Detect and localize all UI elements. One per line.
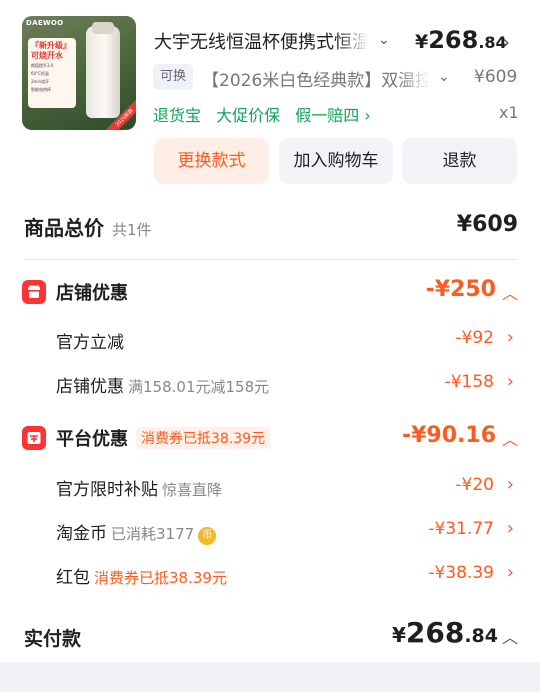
discount-amount: -¥31.77 — [428, 519, 494, 539]
discount-name: 官方立减 — [56, 333, 124, 353]
discount-line[interactable]: 官方限时补贴 惊喜直降 -¥20 › — [56, 474, 518, 500]
add-to-cart-button[interactable]: 加入购物车 — [279, 138, 393, 184]
platform-icon — [22, 426, 46, 450]
chevron-right-icon[interactable]: › — [502, 30, 510, 54]
store-discount-header[interactable]: 店铺优惠 -¥250 ︿ — [22, 277, 518, 308]
store-discount-value: -¥250 — [425, 277, 496, 302]
discount-line[interactable]: 店铺优惠 满158.01元减158元 -¥158 › — [56, 371, 518, 397]
platform-discount-label: 平台优惠 — [56, 429, 128, 450]
service-tag: 大促价保 — [216, 106, 281, 125]
item-count: 共1件 — [112, 221, 152, 239]
currency-symbol: ¥ — [415, 31, 429, 53]
chevron-down-icon[interactable]: ⌄ — [438, 69, 450, 85]
chevron-right-icon: › — [506, 327, 514, 348]
product-price: ¥268.84 — [415, 26, 507, 54]
store-icon — [22, 280, 46, 304]
discount-name: 红包 — [56, 568, 90, 588]
quantity: x1 — [499, 103, 519, 122]
bottom-separator — [0, 662, 540, 692]
platform-discount-value: -¥90.16 — [401, 423, 496, 448]
goods-total-value: ¥609 — [456, 212, 518, 237]
currency-symbol: ¥ — [391, 623, 406, 647]
promo-line-1: 『新升级』 — [31, 41, 71, 50]
price-integer: 268 — [428, 26, 479, 54]
chevron-up-icon[interactable]: ︿ — [502, 280, 518, 304]
promo-line-2: 可烧开水 — [31, 51, 63, 60]
service-tags[interactable]: 退货宝 大促价保 假一赔四 › — [153, 102, 381, 126]
product-thumbnail[interactable]: DAEWOO 『新升级』 可烧开水 颜值提升3.0 60°C恒温 2min烧开 … — [22, 16, 136, 130]
discount-condition: 满158.01元减158元 — [128, 378, 270, 396]
discount-condition: 消费券已抵38.39元 — [94, 569, 227, 587]
cup-image — [86, 22, 120, 118]
chevron-right-icon: › — [506, 518, 514, 539]
discount-line[interactable]: 官方立减 -¥92 › — [56, 327, 518, 353]
price-integer: 268 — [405, 616, 465, 649]
discount-name: 淘金币 — [56, 524, 107, 544]
discount-amount: -¥38.39 — [428, 563, 494, 583]
price-decimal: .84 — [464, 625, 498, 647]
service-tag: 假一赔四 › — [295, 106, 371, 125]
coupon-badge: 消费券已抵38.39元 — [136, 427, 271, 449]
chevron-right-icon: › — [506, 371, 514, 392]
order-item: DAEWOO 『新升级』 可烧开水 颜值提升3.0 60°C恒温 2min烧开 … — [22, 16, 522, 196]
promo-feature: 颜值提升3.0 — [31, 63, 54, 68]
chevron-up-icon[interactable]: ︿ — [502, 426, 518, 450]
divider — [24, 259, 518, 260]
discount-amount: -¥158 — [444, 372, 494, 392]
discount-amount: -¥20 — [455, 475, 494, 495]
discount-amount: -¥92 — [455, 328, 494, 348]
actual-payment-label: 实付款 — [24, 628, 82, 650]
brand-logo: DAEWOO — [26, 19, 64, 27]
original-price: ¥609 — [474, 67, 518, 87]
platform-discount-title: 平台优惠 消费券已抵38.39元 — [56, 425, 271, 451]
actual-payment-row[interactable]: 实付款 ¥268.84 ︿ — [24, 616, 518, 656]
actual-payment-value: ¥268.84 — [392, 616, 498, 649]
discount-line[interactable]: 红包 消费券已抵38.39元 -¥38.39 › — [56, 562, 518, 588]
store-discount-title: 店铺优惠 — [56, 283, 128, 304]
variant-selector[interactable]: 【2026米白色经典款】双温控 — [202, 66, 430, 91]
discount-name: 店铺优惠 — [56, 377, 124, 397]
promo-card: 『新升级』 可烧开水 颜值提升3.0 60°C恒温 2min烧开 智能电热杯 — [28, 38, 76, 108]
chevron-down-icon[interactable]: ⌄ — [378, 32, 390, 48]
promo-feature: 智能电热杯 — [31, 87, 51, 92]
change-style-button[interactable]: 更换款式 — [154, 138, 269, 184]
discount-condition: 惊喜直降 — [162, 481, 223, 499]
exchangeable-chip: 可换 — [153, 64, 194, 90]
product-title[interactable]: 大宇无线恒温杯便携式恒温烧水杯 — [154, 28, 368, 54]
goods-total-label: 商品总价 — [24, 216, 104, 240]
promo-feature: 2min烧开 — [31, 79, 50, 84]
coin-icon: 币 — [198, 527, 217, 545]
chevron-right-icon: › — [506, 474, 514, 495]
service-tag: 退货宝 — [153, 106, 202, 125]
discount-name: 官方限时补贴 — [56, 480, 158, 500]
refund-button[interactable]: 退款 — [402, 138, 517, 184]
goods-total-row: 商品总价 共1件 ¥609 — [24, 212, 518, 246]
promo-feature: 60°C恒温 — [31, 71, 49, 76]
discount-condition: 已消耗3177 — [111, 525, 195, 543]
platform-discount-header[interactable]: 平台优惠 消费券已抵38.39元 -¥90.16 ︿ — [22, 423, 518, 454]
chevron-up-icon[interactable]: ︿ — [502, 624, 518, 648]
discount-line[interactable]: 淘金币 已消耗3177 币 -¥31.77 › — [56, 518, 518, 545]
chevron-right-icon: › — [506, 562, 514, 583]
